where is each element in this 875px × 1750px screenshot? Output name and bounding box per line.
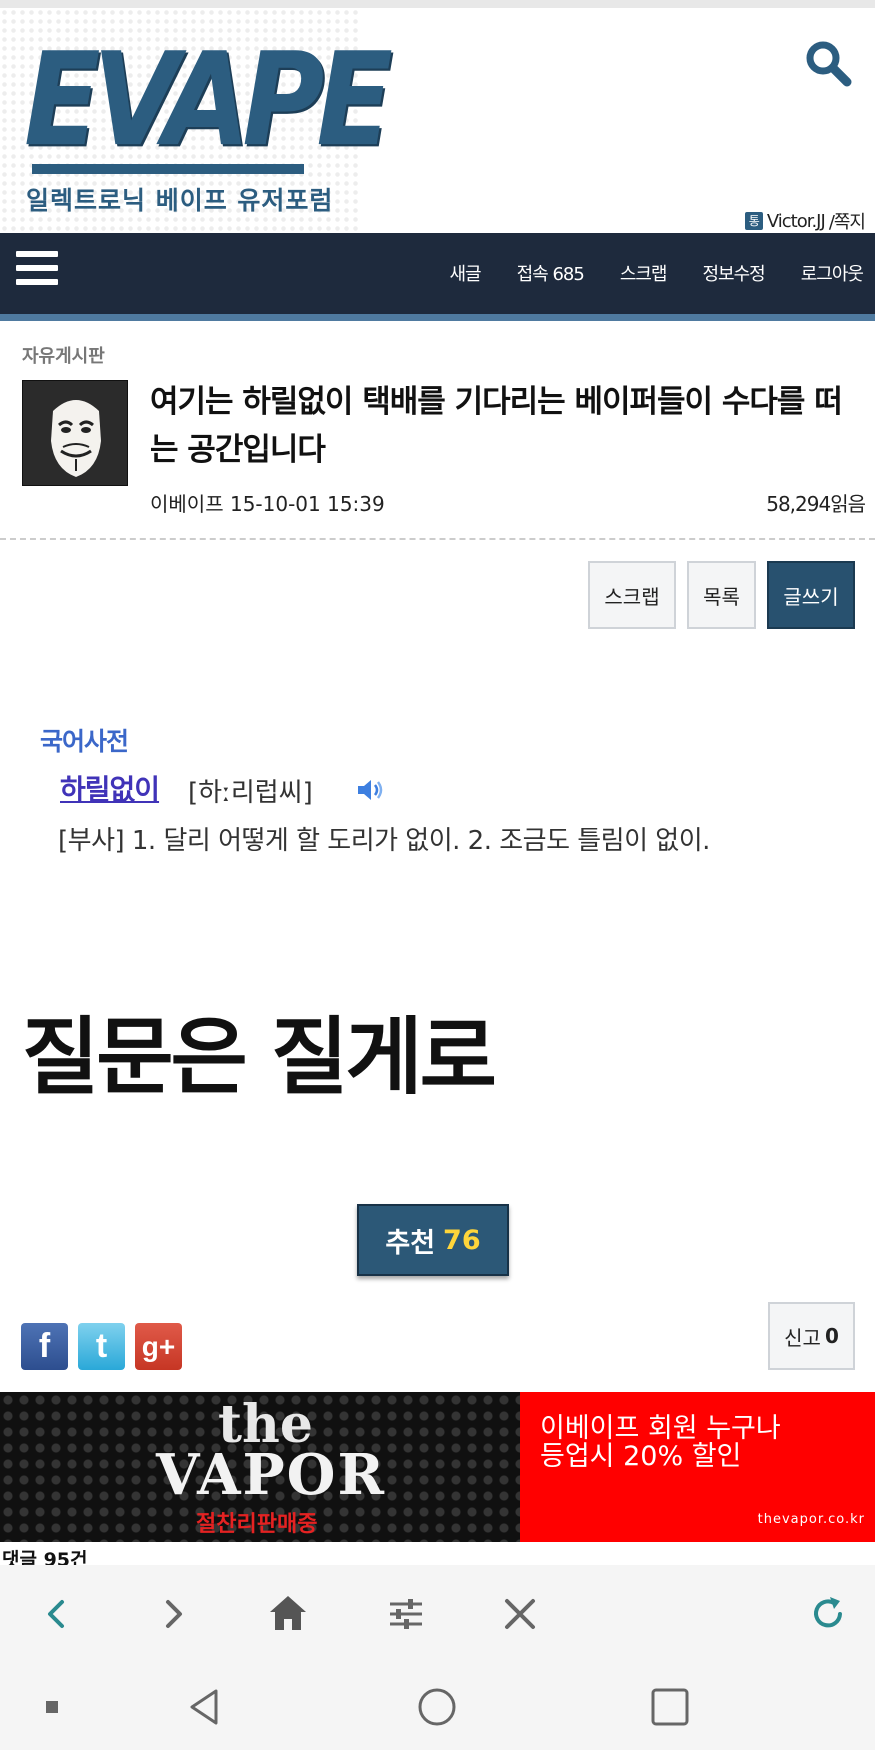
menu-icon[interactable] bbox=[16, 251, 58, 291]
recommend-label: 추천 bbox=[385, 1227, 436, 1259]
logo-wordmark: EVAPE bbox=[24, 25, 393, 176]
nav-new-posts[interactable]: 새글 bbox=[449, 260, 481, 286]
recommend-count: 76 bbox=[443, 1224, 481, 1256]
status-strip bbox=[0, 0, 875, 8]
ad-url: thevapor.co.kr bbox=[757, 1512, 865, 1527]
user-name[interactable]: Victor.JJ bbox=[767, 211, 826, 232]
message-link[interactable]: /쪽지 bbox=[829, 208, 866, 233]
forward-icon[interactable] bbox=[150, 1592, 194, 1636]
system-nav-bar bbox=[0, 1663, 875, 1750]
post-meta: 이베이프 15-10-01 15:39 bbox=[150, 488, 385, 517]
dictionary-heading: 국어사전 bbox=[40, 727, 129, 756]
board-name[interactable]: 자유게시판 bbox=[22, 342, 105, 368]
author-avatar bbox=[22, 380, 128, 486]
logo-subtitle: 일렉트로닉 베이프 유저포럼 bbox=[26, 186, 334, 215]
ad-brand-vapor: VAPOR bbox=[156, 1442, 386, 1508]
close-icon[interactable] bbox=[498, 1592, 542, 1636]
nav-online-count[interactable]: 접속 685 bbox=[517, 260, 585, 286]
browser-toolbar bbox=[0, 1565, 875, 1663]
user-badge-icon: 통 bbox=[744, 212, 763, 230]
back-icon[interactable] bbox=[36, 1592, 80, 1636]
nav-items: 새글 접속 685 스크랩 정보수정 로그아웃 bbox=[413, 233, 864, 313]
nav-edit-profile[interactable]: 정보수정 bbox=[703, 260, 766, 286]
post-author[interactable]: 이베이프 bbox=[150, 492, 224, 516]
post-main-text: 질문은 질게로 bbox=[22, 1008, 497, 1106]
main-nav: 새글 접속 685 스크랩 정보수정 로그아웃 bbox=[0, 233, 875, 321]
site-logo[interactable]: EVAPE 일렉트로닉 베이프 유저포럼 bbox=[24, 36, 393, 215]
write-button[interactable]: 글쓰기 bbox=[767, 561, 855, 629]
list-button[interactable]: 목록 bbox=[687, 561, 756, 629]
ad-banner[interactable]: the VAPOR 절찬리판매중 이베이프 회원 누구나 등업시 20% 할인 … bbox=[0, 1392, 875, 1542]
facebook-share-icon[interactable]: f bbox=[21, 1323, 68, 1370]
report-count: 0 bbox=[824, 1324, 839, 1348]
home-circle-icon[interactable] bbox=[417, 1687, 457, 1727]
post-views: 58,294읽음 bbox=[766, 492, 866, 516]
overview-square-icon[interactable] bbox=[650, 1687, 690, 1727]
search-icon[interactable] bbox=[803, 38, 853, 88]
post-title: 여기는 하릴없이 택배를 기다리는 베이퍼들이 수다를 떠는 공간입니다 bbox=[150, 384, 843, 468]
report-label: 신고 bbox=[784, 1325, 821, 1350]
ad-brand-panel: the VAPOR 절찬리판매중 bbox=[0, 1392, 520, 1542]
twitter-share-icon[interactable]: t bbox=[78, 1323, 125, 1370]
scrap-button[interactable]: 스크랩 bbox=[588, 561, 676, 629]
dictionary-definition: [부사] 1. 달리 어떻게 할 도리가 없이. 2. 조금도 틀림이 없이. bbox=[58, 826, 710, 856]
recommend-button[interactable]: 추천 76 bbox=[357, 1204, 509, 1276]
report-button[interactable]: 신고 0 bbox=[768, 1302, 855, 1370]
back-triangle-icon[interactable] bbox=[186, 1687, 226, 1727]
user-info: 통 Victor.JJ/쪽지 bbox=[744, 208, 866, 233]
ad-promo-panel: 이베이프 회원 누구나 등업시 20% 할인 thevapor.co.kr bbox=[520, 1392, 875, 1542]
home-icon[interactable] bbox=[266, 1592, 310, 1636]
nav-logout[interactable]: 로그아웃 bbox=[801, 260, 864, 286]
speaker-icon bbox=[356, 778, 386, 802]
refresh-icon[interactable] bbox=[806, 1592, 850, 1636]
ad-promo-line2: 등업시 20% 할인 bbox=[540, 1441, 742, 1472]
logo-underline bbox=[32, 164, 304, 174]
dictionary-pronunciation: [하ː리럽씨] bbox=[188, 778, 313, 808]
ad-tagline: 절찬리판매중 bbox=[196, 1512, 318, 1537]
recent-dot-icon[interactable] bbox=[34, 1687, 74, 1727]
site-header: EVAPE 일렉트로닉 베이프 유저포럼 통 Victor.JJ/쪽지 bbox=[0, 8, 875, 233]
divider bbox=[0, 538, 875, 540]
googleplus-share-icon[interactable]: g+ bbox=[135, 1323, 182, 1370]
nav-scrap[interactable]: 스크랩 bbox=[620, 260, 668, 286]
post-datetime: 15-10-01 15:39 bbox=[229, 492, 385, 516]
settings-sliders-icon[interactable] bbox=[384, 1592, 428, 1636]
dictionary-word: 하릴없이 bbox=[60, 773, 160, 806]
